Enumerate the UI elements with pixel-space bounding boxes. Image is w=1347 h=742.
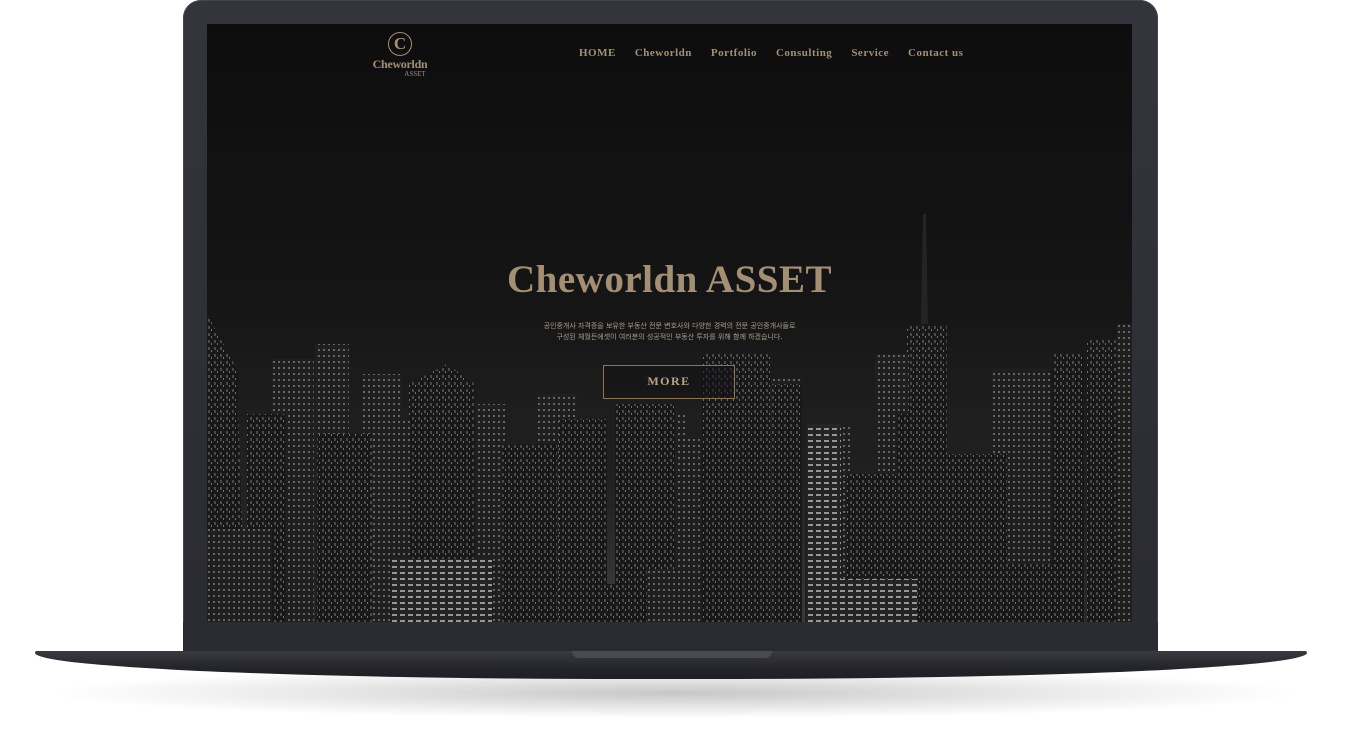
nav-consulting[interactable]: Consulting [776,47,832,59]
laptop-chin [183,622,1158,652]
hero-desc-line-1: 공인중개사 자격증을 보유한 부동산 전문 변호사와 다양한 경력의 전문 공인… [543,322,796,330]
laptop-notch [572,651,772,658]
logo-c-icon: C [388,32,412,56]
hero-desc-line-2: 구성된 체월든에셋이 여러분의 성공적인 부동산 투자를 위해 함께 하겠습니다… [556,333,783,341]
brand-logo[interactable]: C Cheworldn ASSET [365,32,435,82]
logo-sub: ASSET [404,70,426,78]
nav-cheworldn[interactable]: Cheworldn [635,47,692,59]
hero-title: Cheworldn ASSET [506,258,833,301]
more-button[interactable]: MORE [603,365,735,399]
nav-portfolio[interactable]: Portfolio [711,47,757,59]
nav-home[interactable]: HOME [579,47,616,59]
nav-contact-us[interactable]: Contact us [908,47,963,59]
nav-service[interactable]: Service [851,47,889,59]
main-nav: HOME Cheworldn Portfolio Consulting Serv… [579,47,982,59]
website-screen: C Cheworldn ASSET HOME Cheworldn Portfol… [207,24,1132,622]
laptop-mockup: C Cheworldn ASSET HOME Cheworldn Portfol… [0,0,1347,742]
hero-description: 공인중개사 자격증을 보유한 부동산 전문 변호사와 다양한 경력의 전문 공인… [207,321,1132,343]
